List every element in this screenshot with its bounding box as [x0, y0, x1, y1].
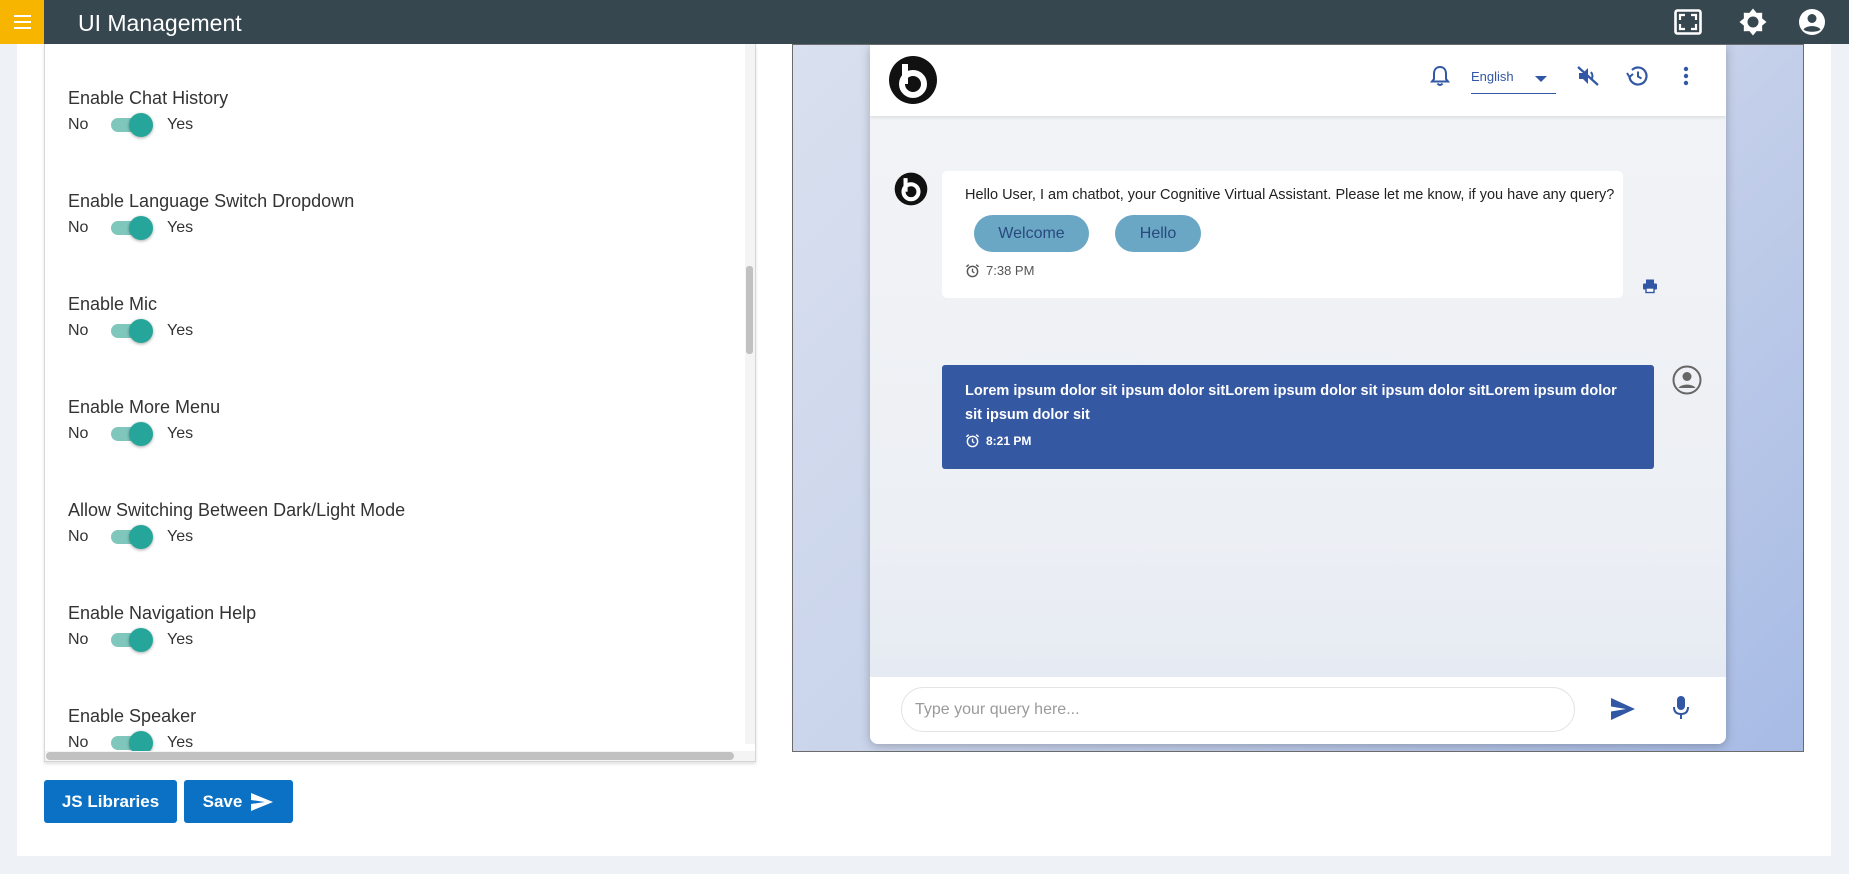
toggle-switch[interactable] [111, 319, 153, 343]
top-app-bar: UI Management [0, 0, 1849, 44]
horizontal-scrollbar-thumb[interactable] [46, 752, 734, 760]
print-icon [1643, 279, 1657, 294]
user-message-time: 8:21 PM [965, 433, 1031, 448]
speaker-muted-icon [1577, 66, 1599, 86]
vertical-scrollbar-thumb[interactable] [746, 266, 753, 354]
send-icon [1611, 698, 1635, 720]
setting-label: Enable Navigation Help [68, 603, 257, 623]
bell-icon [1430, 65, 1450, 86]
setting-enable-speaker: Enable Speaker No Yes [68, 705, 197, 755]
bot-message-bubble: Hello User, I am chatbot, your Cognitive… [942, 171, 1623, 298]
toggle-yes-label: Yes [167, 425, 194, 442]
setting-enable-more-menu: Enable More Menu No Yes [68, 396, 221, 446]
settings-panel: Enable Chat History No Yes Enable Langua… [44, 44, 756, 762]
account-icon [1799, 9, 1825, 35]
menu-icon [13, 15, 31, 29]
send-icon [251, 792, 274, 811]
toggle-yes-label: Yes [167, 219, 194, 236]
js-libraries-label: JS Libraries [61, 791, 160, 811]
toggle-no-label: No [68, 425, 89, 442]
bot-avatar-icon [894, 172, 928, 206]
chat-footer [870, 677, 1726, 744]
toggle-no-label: No [68, 322, 89, 339]
menu-button[interactable] [0, 0, 44, 44]
save-label: Save [202, 791, 243, 811]
mic-icon [1673, 696, 1689, 719]
more-vert-icon [1683, 66, 1689, 86]
toggle-switch[interactable] [111, 113, 153, 137]
quick-reply-chip-hello[interactable]: Hello [1115, 215, 1201, 252]
page-title: UI Management [78, 10, 242, 36]
setting-label: Enable Language Switch Dropdown [68, 191, 355, 211]
toggle-no-label: No [68, 116, 89, 133]
toggle-no-label: No [68, 631, 89, 648]
toggle-no-label: No [68, 528, 89, 545]
chat-history-button[interactable] [1624, 63, 1650, 89]
speaker-toggle-button[interactable] [1575, 63, 1601, 89]
alarm-clock-icon [965, 434, 980, 448]
mic-button[interactable] [1672, 695, 1690, 721]
language-dropdown[interactable]: English [1471, 65, 1556, 94]
chat-header: English [870, 45, 1726, 116]
chatbot-preview-frame: English Hello User, I am chatbot, your C… [792, 44, 1804, 752]
toggle-yes-label: Yes [167, 116, 194, 133]
chip-label: Welcome [998, 224, 1065, 242]
vertical-scrollbar[interactable] [745, 44, 755, 744]
toggle-no-label: No [68, 219, 89, 236]
setting-label: Allow Switching Between Dark/Light Mode [68, 500, 406, 520]
account-button[interactable] [1797, 7, 1827, 37]
brightness-icon [1739, 8, 1767, 36]
toggle-switch[interactable] [111, 628, 153, 652]
toggle-switch[interactable] [111, 731, 153, 755]
theme-toggle-button[interactable] [1738, 7, 1768, 37]
more-menu-button[interactable] [1673, 63, 1699, 89]
save-button[interactable]: Save [184, 780, 293, 823]
fullscreen-button[interactable] [1673, 7, 1703, 37]
send-button[interactable] [1610, 697, 1636, 721]
alarm-clock-icon [965, 264, 980, 278]
chip-label: Hello [1139, 224, 1177, 242]
notifications-button[interactable] [1427, 63, 1453, 89]
setting-label: Enable Mic [68, 294, 158, 314]
setting-enable-mic: Enable Mic No Yes [68, 293, 194, 343]
brand-logo-icon [889, 56, 937, 104]
setting-label: Enable Chat History [68, 88, 229, 108]
quick-reply-chip-welcome[interactable]: Welcome [974, 215, 1089, 252]
setting-enable-chat-history: Enable Chat History No Yes [68, 87, 229, 137]
chevron-down-icon [1535, 76, 1547, 82]
query-input[interactable] [901, 687, 1575, 732]
time-text: 7:38 PM [986, 263, 1035, 278]
bot-message-time: 7:38 PM [965, 263, 1034, 278]
user-message-bubble: Lorem ipsum dolor sit ipsum dolor sitLor… [942, 365, 1654, 469]
toggle-yes-label: Yes [167, 631, 194, 648]
toggle-yes-label: Yes [167, 528, 194, 545]
toggle-yes-label: Yes [167, 734, 194, 751]
toggle-switch[interactable] [111, 525, 153, 549]
setting-label: Enable Speaker [68, 706, 197, 726]
setting-enable-language-switch: Enable Language Switch Dropdown No Yes [68, 190, 355, 240]
history-icon [1626, 66, 1648, 86]
time-text: 8:21 PM [986, 433, 1032, 448]
chat-window: English Hello User, I am chatbot, your C… [870, 45, 1726, 744]
setting-label: Enable More Menu [68, 397, 221, 417]
toggle-switch[interactable] [111, 422, 153, 446]
setting-dark-light-mode: Allow Switching Between Dark/Light Mode … [68, 499, 406, 549]
js-libraries-button[interactable]: JS Libraries [44, 780, 177, 823]
user-message-text: Lorem ipsum dolor sit ipsum dolor sitLor… [965, 383, 1617, 423]
horizontal-scrollbar[interactable] [45, 751, 755, 761]
print-button[interactable] [1642, 278, 1658, 294]
toggle-no-label: No [68, 734, 89, 751]
language-value: English [1471, 69, 1514, 84]
bot-message-text: Hello User, I am chatbot, your Cognitive… [965, 187, 1615, 203]
toggle-yes-label: Yes [167, 322, 194, 339]
toggle-switch[interactable] [111, 216, 153, 240]
setting-enable-navigation-help: Enable Navigation Help No Yes [68, 602, 257, 652]
fullscreen-icon [1674, 9, 1702, 35]
user-avatar-icon [1672, 365, 1702, 395]
